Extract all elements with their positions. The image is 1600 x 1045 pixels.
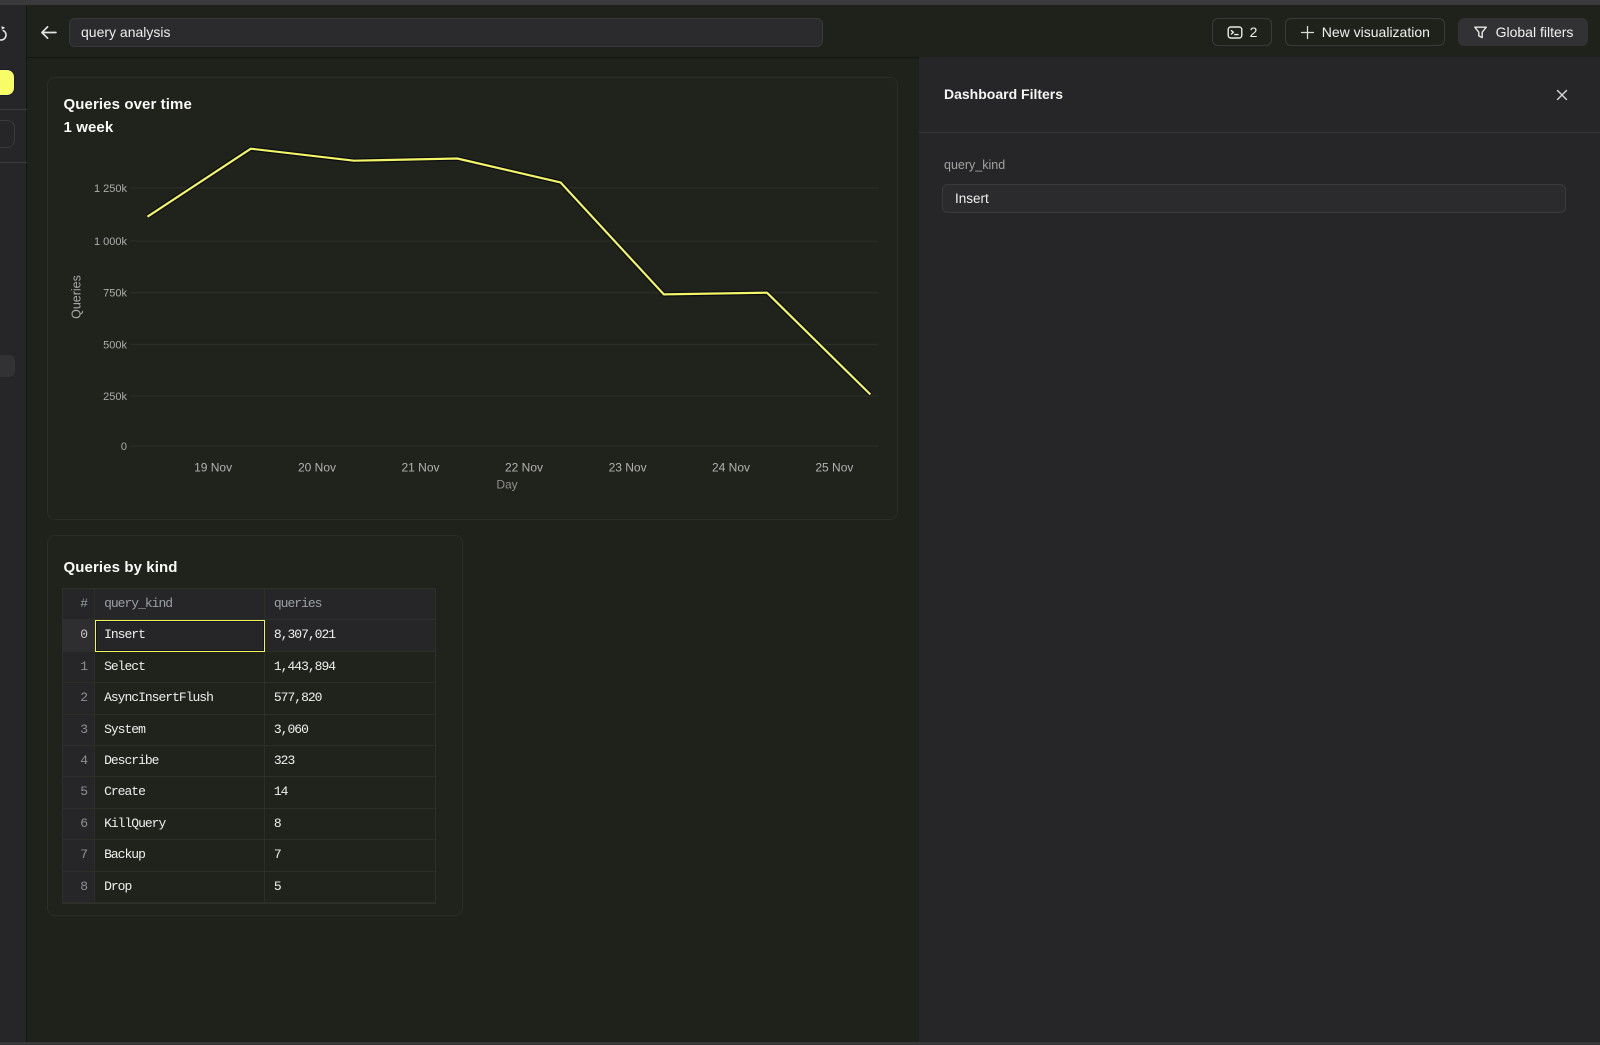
svg-text:750k: 750k — [103, 288, 127, 300]
svg-text:25 Nov: 25 Nov — [815, 461, 853, 475]
svg-text:19 Nov: 19 Nov — [194, 461, 232, 475]
svg-text:24 Nov: 24 Nov — [712, 461, 750, 475]
svg-text:Day: Day — [496, 478, 517, 492]
svg-text:Queries: Queries — [70, 275, 84, 319]
svg-text:250k: 250k — [103, 391, 127, 403]
svg-text:20 Nov: 20 Nov — [298, 461, 336, 475]
svg-text:22 Nov: 22 Nov — [505, 461, 543, 475]
svg-text:500k: 500k — [103, 339, 127, 351]
svg-text:23 Nov: 23 Nov — [609, 461, 647, 475]
svg-text:0: 0 — [121, 441, 127, 453]
svg-text:1 250k: 1 250k — [94, 183, 128, 195]
svg-text:21 Nov: 21 Nov — [401, 461, 439, 475]
svg-text:1 000k: 1 000k — [94, 236, 128, 248]
